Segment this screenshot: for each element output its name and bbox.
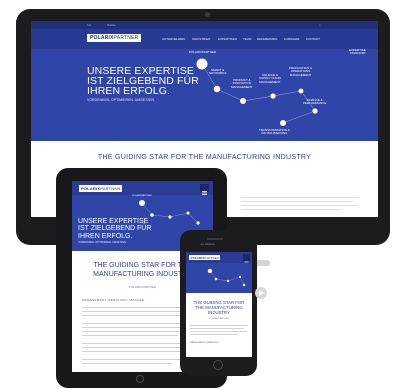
nav-item-karriere[interactable]: KARRIERE	[284, 37, 299, 41]
text-line	[190, 328, 244, 329]
tablet-mgmt-label: MANAGEMENT. BERATUNG. MACHEN.	[82, 298, 146, 302]
text-line	[82, 311, 192, 312]
star-label-source[interactable]: SOURCE & SUPPLY CHAIN MANAGEMENT	[259, 73, 281, 84]
star-icon	[298, 88, 304, 94]
phone-small-label: POLARIXPARTNER	[209, 318, 229, 320]
social-icons[interactable]: f in	[87, 23, 91, 27]
nav-item-team[interactable]: TEAM	[243, 37, 251, 41]
star-label-production[interactable]: PRODUCTION & OPERATIONS MANAGEMENT	[289, 66, 312, 77]
topbar-search-label[interactable]: Suche	[107, 23, 116, 27]
text-line	[82, 335, 178, 336]
phone-logo[interactable]: POLARIXPARTNER	[189, 255, 221, 260]
text-line	[82, 327, 186, 328]
tablet-home-button-icon[interactable]	[136, 375, 144, 383]
text-line	[82, 331, 196, 332]
logo-part-a: POLARIX	[90, 35, 114, 41]
text-line	[82, 347, 190, 348]
text-line	[82, 363, 172, 364]
tablet-hero-title: UNSERE EXPERTISE IST ZIELGEBEND FÜR IHRE…	[78, 218, 152, 240]
phone-star-constellation	[207, 268, 246, 287]
tablet-navbar: POLARIXPARTNER	[72, 181, 213, 195]
star-label-finance[interactable]: FINANCE & PERFORMANCE	[303, 98, 326, 106]
monitor-camera-icon	[205, 12, 210, 17]
desktop-navbar: POLARIXPARTNER UNTERNEHMEN INDUSTRIEN EX…	[31, 29, 378, 49]
desktop-hero: POLARIXPARTNER SMART & NETWORKS PRODUCT …	[31, 49, 378, 141]
star-icon	[280, 120, 286, 126]
phone-home-button-icon[interactable]	[213, 360, 223, 370]
nav-item-unternehmen[interactable]: UNTERNEHMEN	[162, 37, 185, 41]
guide-title: THE GUIDING STAR FOR THE MANUFACTURING I…	[97, 154, 312, 161]
text-line	[241, 205, 357, 206]
nav-item-referenzen[interactable]: REFERENZEN	[257, 37, 277, 41]
star-label-transformation[interactable]: TRANSFORMATION & DIGITALISIERUNG	[259, 128, 290, 136]
phone-hero	[186, 263, 252, 293]
desktop-topbar: f in Suche ⌕	[31, 21, 378, 29]
search-icon[interactable]: ⌕	[319, 23, 321, 27]
star-brand-label: POLARIXPARTNER	[189, 50, 217, 54]
nav-item-kontakt[interactable]: KONTAKT	[306, 37, 320, 41]
text-line	[241, 197, 359, 198]
star-icon	[312, 108, 318, 114]
star-icon	[213, 85, 221, 93]
logo-part-b: PARTNER	[100, 186, 121, 191]
nav-item-industrien[interactable]: INDUSTRIEN	[192, 37, 210, 41]
text-line	[241, 201, 353, 202]
star-constellation	[196, 58, 318, 126]
hero-subtitle: VORDENKEN. OPTIMIEREN. UMSETZEN.	[87, 98, 156, 102]
text-line	[190, 331, 247, 332]
phone-guide-title: THE GUIDING STAR FOR THE MANUFACTURING I…	[193, 300, 245, 315]
tablet-logo[interactable]: POLARIXPARTNER	[79, 185, 123, 192]
text-line	[241, 209, 341, 210]
tablet-star-brand: POLARIXPARTNER	[132, 195, 152, 197]
menu-icon[interactable]	[200, 184, 209, 195]
next-arrow-icon[interactable]	[255, 287, 267, 299]
nav-item-expertisen[interactable]: EXPERTISEN	[218, 37, 237, 41]
phone-status: ••••• Vodafone	[200, 243, 215, 246]
text-line	[82, 359, 194, 360]
menu-icon[interactable]	[243, 254, 250, 266]
phone-mgmt-label: MANAGEMENT. BERATUNG.	[190, 342, 220, 344]
logo-part-a: POLARIX	[190, 255, 205, 260]
text-line	[190, 325, 248, 326]
star-label-smart[interactable]: SMART & NETWORKS	[209, 68, 226, 76]
desktop-logo[interactable]: POLARIXPARTNER	[87, 34, 142, 42]
expertise-corner-link[interactable]: EXPERTISE STANDORT	[349, 48, 366, 56]
logo-part-b: PARTNER	[204, 255, 219, 260]
logo-part-b: PARTNER	[113, 35, 139, 41]
star-icon	[240, 98, 246, 104]
phone-speaker	[207, 238, 223, 240]
hero-title: UNSERE EXPERTISE IST ZIELGEBEND FÜR IHRE…	[87, 65, 199, 97]
text-line	[190, 334, 238, 335]
star-icon	[270, 93, 276, 99]
tablet-hero-subtitle: VORDENKEN. OPTIMIEREN. UMSETZEN.	[78, 241, 127, 244]
star-label-product[interactable]: PRODUCT & INNOVATION MANAGEMENT	[231, 78, 253, 89]
logo-part-a: POLARIX	[81, 186, 101, 191]
phone-navbar: POLARIXPARTNER	[186, 252, 252, 266]
phone-screen: POLARIXPARTNER THE GUIDING STAR FOR THE …	[186, 252, 252, 357]
